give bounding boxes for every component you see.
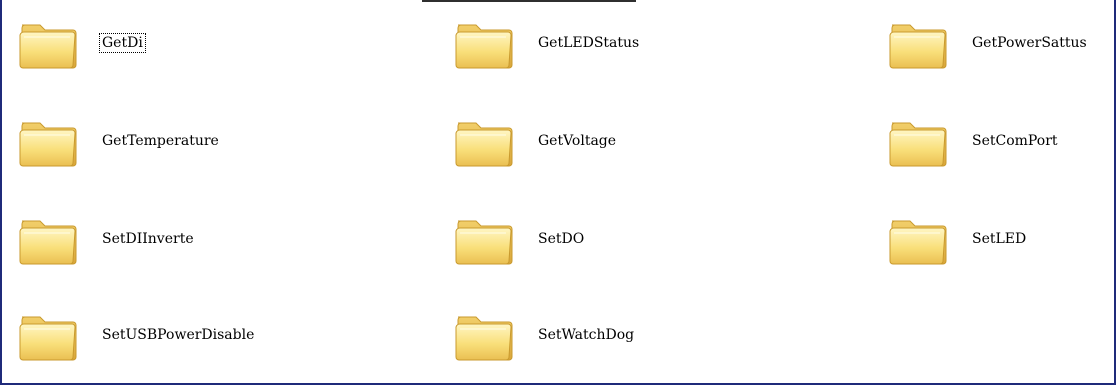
folder-item-getvoltage[interactable]: GetVoltage [452, 106, 618, 176]
folder-item-getpowersattus[interactable]: GetPowerSattus [886, 8, 1089, 78]
folder-item-setdo[interactable]: SetDO [452, 204, 586, 274]
folder-label: GetLEDStatus [538, 35, 640, 51]
folder-label: SetLED [972, 231, 1027, 247]
top-edge-line [422, 0, 636, 2]
folder-item-setusbpowerdisable[interactable]: SetUSBPowerDisable [16, 300, 256, 370]
folder-icon [19, 122, 77, 167]
folder-icon [19, 220, 77, 265]
folder-label: GetVoltage [538, 133, 617, 149]
folder-item-setcomport[interactable]: SetComPort [886, 106, 1060, 176]
folder-label: SetDO [538, 231, 585, 247]
folder-item-setdiinverte[interactable]: SetDIInverte [16, 204, 196, 274]
folder-item-setwatchdog[interactable]: SetWatchDog [452, 300, 636, 370]
folder-label: SetWatchDog [538, 327, 635, 343]
folder-icon [889, 122, 947, 167]
folder-view: GetDi GetLEDStatus GetPowerSattus GetTem… [0, 0, 1116, 385]
folder-icon [889, 220, 947, 265]
folder-item-gettemperature[interactable]: GetTemperature [16, 106, 221, 176]
folder-icon [19, 24, 77, 69]
folder-icon [19, 316, 77, 361]
folder-label: SetComPort [972, 133, 1058, 149]
folder-item-setled[interactable]: SetLED [886, 204, 1028, 274]
folder-icon [455, 122, 513, 167]
folder-item-getdi[interactable]: GetDi [16, 8, 146, 78]
folder-icon [455, 24, 513, 69]
folder-item-getledstatus[interactable]: GetLEDStatus [452, 8, 641, 78]
folder-label: SetUSBPowerDisable [102, 327, 255, 343]
folder-icon [889, 24, 947, 69]
folder-icon [455, 220, 513, 265]
folder-label: SetDIInverte [102, 231, 194, 247]
folder-label: GetPowerSattus [972, 35, 1087, 51]
folder-label: GetDi [99, 33, 146, 53]
folder-icon [455, 316, 513, 361]
folder-label: GetTemperature [102, 133, 219, 149]
